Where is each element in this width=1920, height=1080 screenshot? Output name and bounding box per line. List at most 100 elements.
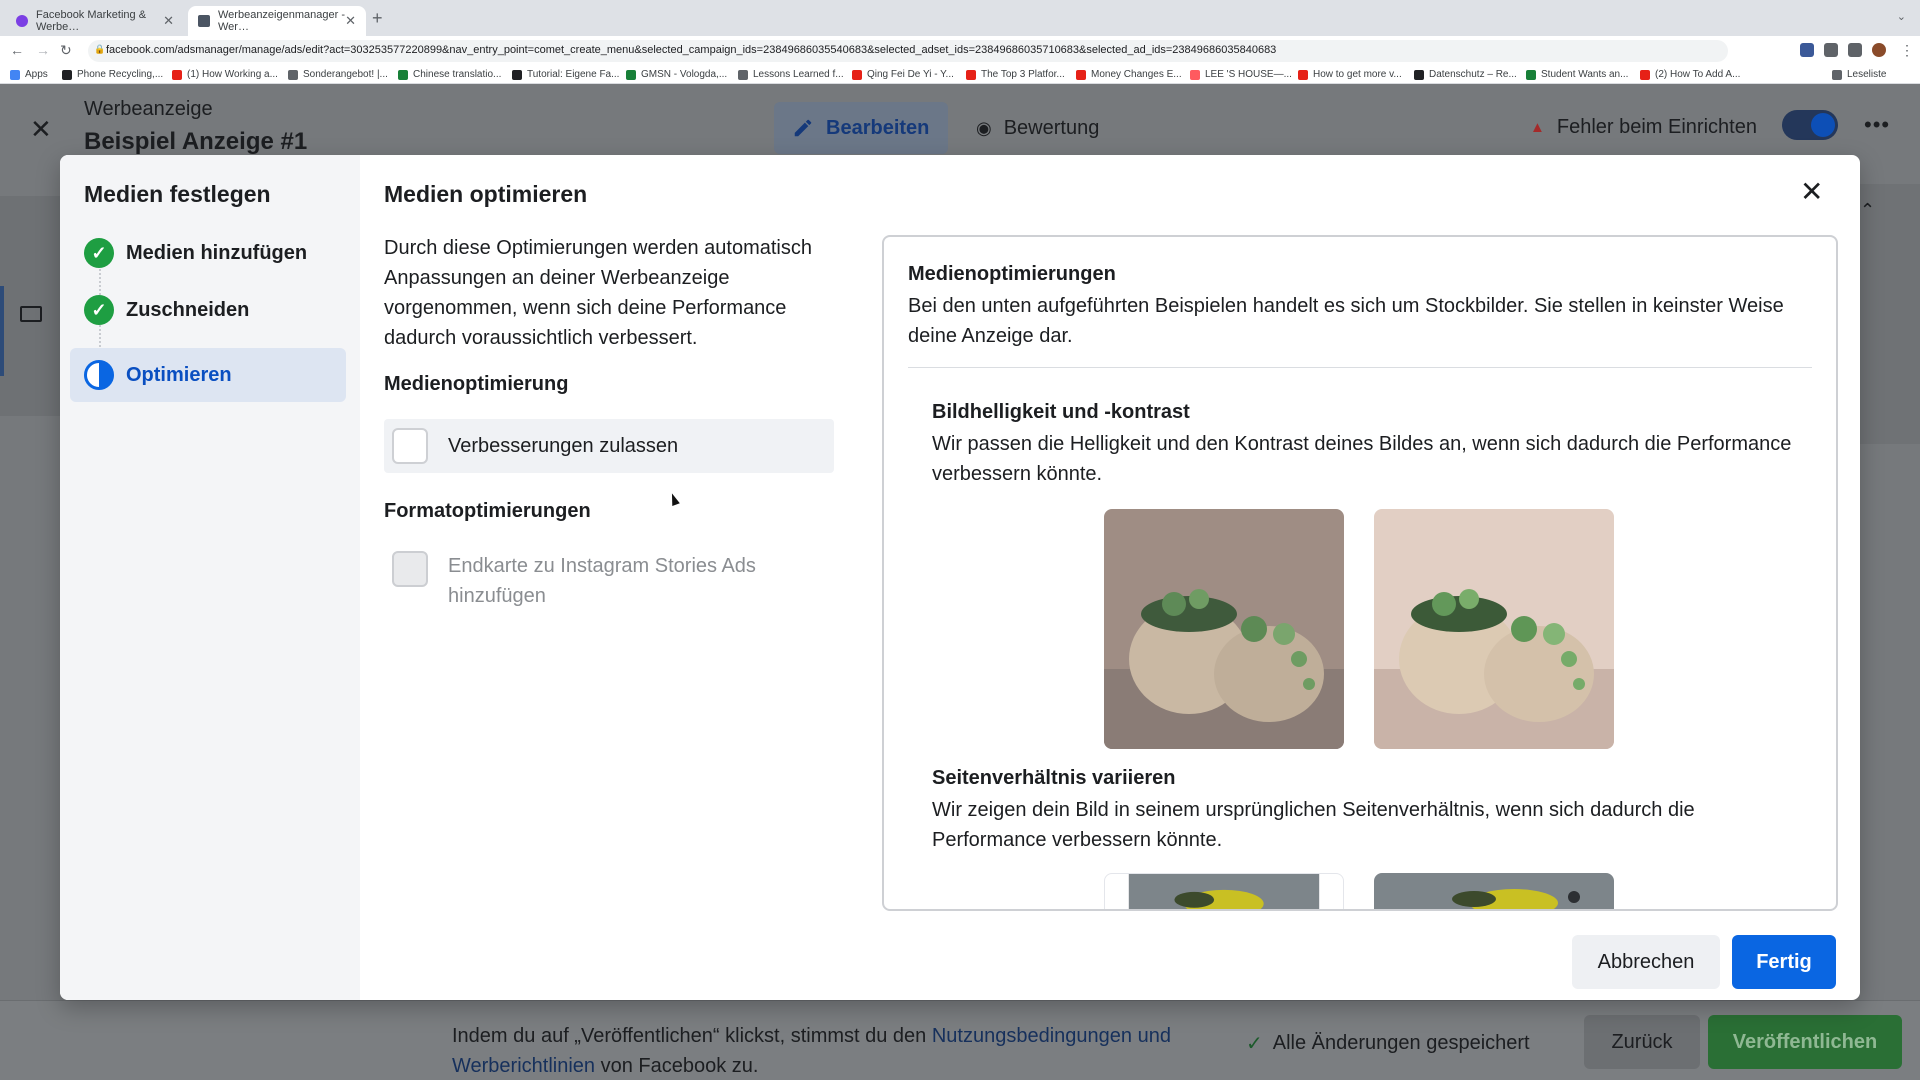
- lock-icon: 🔒: [94, 44, 106, 54]
- puzzle-icon[interactable]: [1824, 43, 1838, 57]
- reading-list-icon: [1832, 69, 1842, 80]
- youtube-icon: [1076, 69, 1086, 80]
- facebook-extension-icon[interactable]: [1800, 43, 1814, 57]
- stock-image-aspect-original: [1104, 873, 1344, 909]
- preview-disclaimer: Bei den unten aufgeführten Beispielen ha…: [908, 295, 1784, 347]
- dialog-step-sidebar: Medien festlegen ✓ Medien hinzufügen ✓ Z…: [60, 155, 360, 1000]
- bookmark-icon: [288, 69, 298, 80]
- browser-tab-werbeanzeigenmanager[interactable]: Werbeanzeigenmanager - Wer… ✕: [188, 6, 366, 36]
- succulent-pot-image: [1374, 509, 1614, 749]
- chevron-down-icon[interactable]: ⌄: [1897, 10, 1906, 23]
- bookmark-item[interactable]: Tutorial: Eigene Fa...: [512, 69, 619, 80]
- done-button[interactable]: Fertig: [1732, 935, 1836, 989]
- plus-icon[interactable]: +: [372, 8, 383, 29]
- setup-error-label: Fehler beim Einrichten: [1556, 116, 1757, 138]
- avatar[interactable]: [1872, 43, 1886, 57]
- bookmark-item[interactable]: Qing Fei De Yi - Y...: [852, 69, 954, 80]
- bookmark-item[interactable]: Datenschutz – Re...: [1414, 69, 1517, 80]
- instagram-endcard-option: Endkarte zu Instagram Stories Ads hinzuf…: [384, 551, 834, 611]
- format-optimization-heading: Formatoptimierungen: [384, 500, 591, 522]
- apps-grid-icon: [10, 69, 20, 80]
- bookmark-item[interactable]: Lessons Learned f...: [738, 69, 844, 80]
- youtube-icon: [966, 69, 976, 80]
- step-add-media[interactable]: ✓ Medien hinzufügen: [70, 226, 346, 280]
- bookmark-item[interactable]: Phone Recycling,...: [62, 69, 163, 80]
- bookmark-item[interactable]: How to get more v...: [1298, 69, 1402, 80]
- step-label: Optimieren: [126, 363, 232, 386]
- bookmark-label: Money Changes E...: [1091, 69, 1182, 80]
- forward-arrow-icon[interactable]: →: [36, 42, 50, 58]
- hashtag-icon: [512, 69, 522, 80]
- eye-icon: ◉: [976, 117, 992, 138]
- url-field[interactable]: 🔒 facebook.com/adsmanager/manage/ads/edi…: [88, 40, 1728, 62]
- browser-tab-facebook-marketing[interactable]: Facebook Marketing & Werbe… ✕: [6, 6, 184, 36]
- terms-text: Indem du auf „Veröffentlichen“ klickst, …: [452, 1021, 1252, 1080]
- bookmark-icon: [626, 69, 636, 80]
- reading-list-label: Leseliste: [1847, 69, 1887, 80]
- ad-name-title: Beispiel Anzeige #1: [84, 128, 308, 155]
- bookmark-label: LEE 'S HOUSE—...: [1205, 69, 1292, 80]
- bookmark-label: Apps: [25, 69, 48, 80]
- publish-button[interactable]: Veröffentlichen: [1708, 1015, 1902, 1069]
- bookmark-label: Phone Recycling,...: [77, 69, 164, 80]
- stock-image-original: [1104, 509, 1344, 749]
- mouse-cursor: [668, 491, 680, 507]
- edit-button[interactable]: Bearbeiten: [774, 102, 948, 154]
- allow-improvements-checkbox[interactable]: [392, 428, 428, 464]
- bookmark-item[interactable]: LEE 'S HOUSE—...: [1190, 69, 1292, 80]
- allow-improvements-option[interactable]: Verbesserungen zulassen: [384, 419, 834, 473]
- close-icon[interactable]: ✕: [30, 114, 52, 145]
- bookmark-item[interactable]: Apps: [10, 69, 48, 80]
- terms-prefix: Indem du auf „Veröffentlichen“ klickst, …: [452, 1025, 932, 1047]
- stock-image-enhanced: [1374, 509, 1614, 749]
- back-arrow-icon[interactable]: ←: [10, 42, 24, 58]
- bookmark-item[interactable]: Sonderangebot! |...: [288, 69, 388, 80]
- tab-favicon-icon: [198, 15, 210, 27]
- bookmark-item[interactable]: The Top 3 Platfor...: [966, 69, 1065, 80]
- bookmark-label: Datenschutz – Re...: [1429, 69, 1517, 80]
- bookmark-item[interactable]: Chinese translatio...: [398, 69, 501, 80]
- checkmark-icon: ✓: [1246, 1033, 1263, 1055]
- stock-image-aspect-variant: [1374, 873, 1614, 909]
- preview-title: Medienoptimierungen: [908, 263, 1116, 285]
- youtube-icon: [852, 69, 862, 80]
- tab-label: Werbeanzeigenmanager - Wer…: [218, 9, 345, 33]
- browser-tab-bar: Facebook Marketing & Werbe… ✕ Werbeanzei…: [0, 0, 1920, 36]
- bookmark-label: (2) How To Add A...: [1655, 69, 1741, 80]
- toggle-knob: [1811, 113, 1835, 137]
- close-icon[interactable]: ✕: [1800, 175, 1823, 208]
- lemon-bowl-image: [1374, 873, 1614, 909]
- media-icon[interactable]: [1848, 43, 1862, 57]
- reload-icon[interactable]: ↻: [60, 42, 72, 59]
- bookmark-item[interactable]: GMSN - Vologda,...: [626, 69, 727, 80]
- bookmark-item[interactable]: (1) How Working a...: [172, 69, 278, 80]
- step-optimize[interactable]: Optimieren: [70, 348, 346, 402]
- bookmark-item[interactable]: Student Wants an...: [1526, 69, 1628, 80]
- bookmark-label: Student Wants an...: [1541, 69, 1629, 80]
- saved-status: ✓ Alle Änderungen gespeichert: [1246, 1031, 1530, 1056]
- bookmark-label: Sonderangebot! |...: [303, 69, 388, 80]
- bookmark-icon: [1526, 69, 1536, 80]
- more-options-icon[interactable]: •••: [1864, 112, 1890, 138]
- tab-close-icon[interactable]: ✕: [163, 13, 174, 29]
- back-button[interactable]: Zurück: [1584, 1015, 1700, 1069]
- reading-list[interactable]: Leseliste: [1832, 69, 1886, 80]
- tab-close-icon[interactable]: ✕: [345, 13, 356, 29]
- dialog-title: Medien optimieren: [384, 181, 588, 207]
- cancel-button[interactable]: Abbrechen: [1572, 935, 1720, 989]
- review-button-label: Bewertung: [1003, 116, 1100, 139]
- bookmark-label: (1) How Working a...: [187, 69, 278, 80]
- brightness-contrast-title: Bildhelligkeit und -kontrast: [932, 401, 1190, 423]
- bookmark-item[interactable]: (2) How To Add A...: [1640, 69, 1740, 80]
- edit-button-label: Bearbeiten: [826, 116, 930, 139]
- setup-error-status: ▲ Fehler beim Einrichten: [1530, 116, 1757, 139]
- dialog-description: Durch diese Optimierungen werden automat…: [384, 237, 812, 349]
- ad-status-toggle[interactable]: [1782, 110, 1838, 140]
- review-button[interactable]: ◉ Bewertung: [976, 102, 1099, 154]
- step-crop[interactable]: ✓ Zuschneiden: [70, 283, 346, 337]
- bookmark-icon: [1414, 69, 1424, 80]
- aspect-ratio-title: Seitenverhältnis variieren: [932, 767, 1176, 789]
- step-label: Zuschneiden: [126, 298, 250, 321]
- kebab-menu-icon[interactable]: ⋮: [1900, 42, 1914, 59]
- bookmark-item[interactable]: Money Changes E...: [1076, 69, 1182, 80]
